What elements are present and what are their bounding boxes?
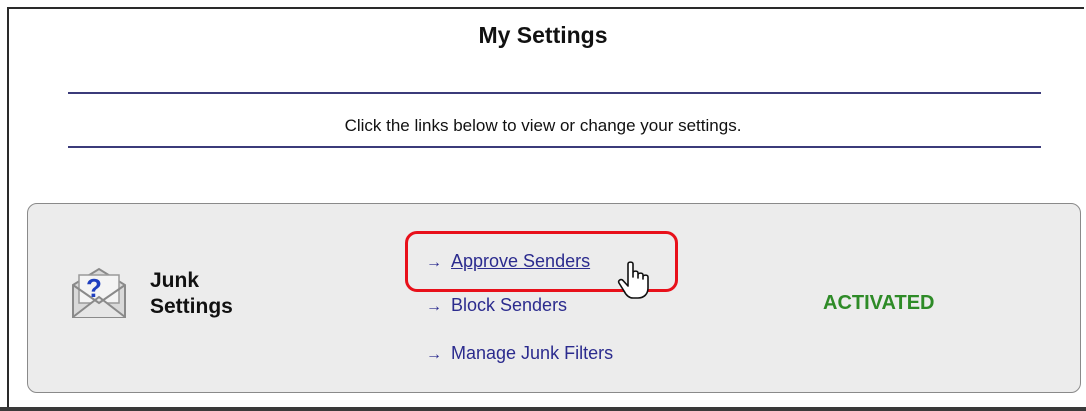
page-title: My Settings xyxy=(478,22,608,48)
top-divider xyxy=(68,92,1041,94)
junk-settings-title: Junk Settings xyxy=(150,268,233,320)
hand-pointer-icon xyxy=(617,261,649,299)
status-badge: ACTIVATED xyxy=(823,292,935,314)
instructions-text: Click the links below to view or change … xyxy=(344,116,742,135)
question-envelope-icon: ? xyxy=(72,267,126,318)
bottom-divider xyxy=(0,407,1086,411)
svg-text:?: ? xyxy=(86,273,102,303)
manage-junk-filters-label: Manage Junk Filters xyxy=(451,343,614,363)
arrow-right-icon: → xyxy=(426,346,442,363)
bottom-divider-line xyxy=(68,146,1041,148)
junk-settings-title-line2: Settings xyxy=(150,295,233,318)
manage-junk-filters-link[interactable]: → Manage Junk Filters xyxy=(426,343,613,364)
block-senders-label: Block Senders xyxy=(451,295,568,315)
arrow-right-icon: → xyxy=(426,298,442,315)
junk-settings-title-line1: Junk xyxy=(150,269,200,292)
block-senders-link[interactable]: → Block Senders xyxy=(426,295,567,316)
